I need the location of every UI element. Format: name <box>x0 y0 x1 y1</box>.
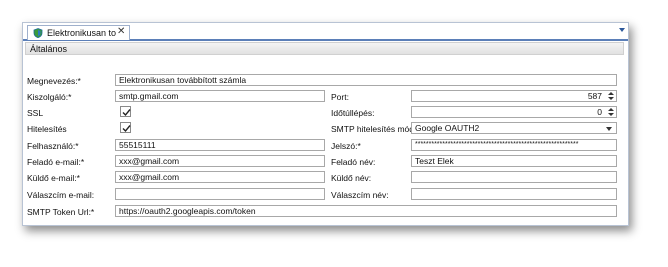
password-label: Jelszó:* <box>331 141 361 151</box>
general-panel: Általános Megnevezés:* Elektronikusan to… <box>23 41 628 225</box>
checkmark-icon <box>122 109 131 117</box>
name-label: Megnevezés:* <box>27 76 81 86</box>
chevron-down-icon[interactable] <box>619 28 625 32</box>
reply-name-field[interactable] <box>411 188 617 200</box>
spin-arrows-icon[interactable] <box>607 92 614 101</box>
section-header[interactable]: Általános <box>25 42 624 55</box>
reply-name-label: Válaszcím név: <box>331 190 389 200</box>
checkmark-icon <box>122 125 131 133</box>
sender-email-field[interactable]: xxx@gmail.com <box>115 155 325 167</box>
send-name-label: Küldő név: <box>331 173 372 183</box>
section-title: Általános <box>30 44 68 54</box>
sender-name-label: Feladó név: <box>331 157 376 167</box>
close-icon[interactable]: ✕ <box>117 26 125 37</box>
port-stepper[interactable]: 587 <box>411 90 617 102</box>
server-field[interactable]: smtp.gmail.com <box>115 90 325 102</box>
port-value: 587 <box>587 91 602 101</box>
auth-label: Hitelesítés <box>27 124 67 134</box>
auth-mode-value: Google OAUTH2 <box>415 123 480 133</box>
ssl-checkbox[interactable] <box>120 106 131 117</box>
timeout-stepper[interactable]: 0 <box>411 106 617 118</box>
password-field[interactable]: ****************************************… <box>411 139 617 151</box>
name-field[interactable]: Elektronikusan továbbított számla <box>115 74 617 86</box>
shield-icon <box>33 28 43 38</box>
user-field[interactable]: 55515111 <box>115 139 325 151</box>
settings-window: Elektronikusan to ✕ Általános Megnevezés… <box>22 22 629 226</box>
token-url-field[interactable]: https://oauth2.googleapis.com/token <box>115 205 617 217</box>
send-email-label: Küldő e-mail:* <box>27 173 80 183</box>
sender-email-label: Feladó e-mail:* <box>27 157 85 167</box>
spin-arrows-icon[interactable] <box>607 108 614 117</box>
user-label: Felhasználó:* <box>27 141 79 151</box>
reply-email-field[interactable] <box>115 188 325 200</box>
token-url-label: SMTP Token Url:* <box>27 207 95 217</box>
tab-bar: Elektronikusan to ✕ <box>23 23 628 41</box>
auth-mode-select[interactable]: Google OAUTH2 <box>411 122 617 134</box>
auth-checkbox[interactable] <box>120 122 131 133</box>
send-name-field[interactable] <box>411 171 617 183</box>
auth-mode-label: SMTP hitelesítés mód: <box>331 124 417 134</box>
server-label: Kiszolgáló:* <box>27 92 72 102</box>
chevron-down-icon[interactable] <box>606 127 612 131</box>
timeout-label: Időtúllépés: <box>331 108 375 118</box>
sender-name-field[interactable]: Teszt Elek <box>411 155 617 167</box>
ssl-label: SSL <box>27 108 44 118</box>
reply-email-label: Válaszcím e-mail: <box>27 190 95 200</box>
tab-title: Elektronikusan to <box>47 28 117 38</box>
send-email-field[interactable]: xxx@gmail.com <box>115 171 325 183</box>
tab-email-settings[interactable]: Elektronikusan to ✕ <box>27 25 130 40</box>
port-label: Port: <box>331 92 349 102</box>
timeout-value: 0 <box>597 107 602 117</box>
